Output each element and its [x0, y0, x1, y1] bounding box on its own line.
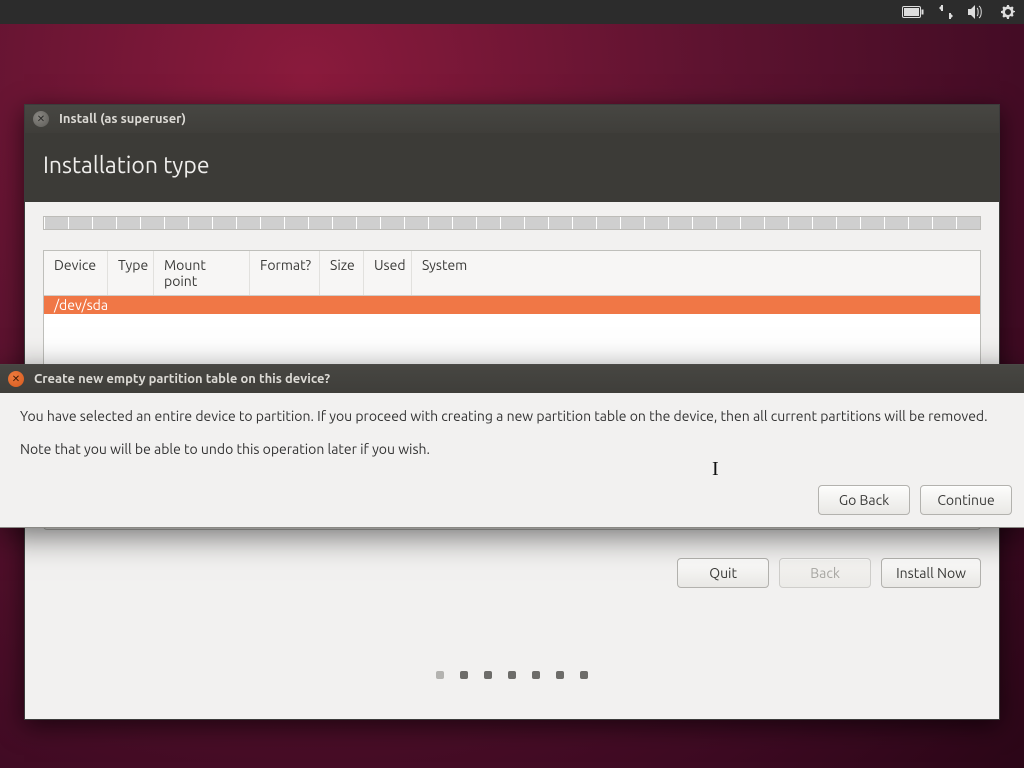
back-button: Back — [779, 558, 871, 588]
col-format[interactable]: Format? — [250, 251, 320, 295]
continue-button[interactable]: Continue — [920, 485, 1012, 515]
dialog-text-1: You have selected an entire device to pa… — [20, 407, 1004, 426]
col-size[interactable]: Size — [320, 251, 364, 295]
pager-dot — [436, 671, 444, 679]
go-back-button[interactable]: Go Back — [818, 485, 910, 515]
disk-usage-bar — [43, 216, 981, 230]
install-now-button[interactable]: Install Now — [881, 558, 981, 588]
col-used[interactable]: Used — [364, 251, 412, 295]
step-pager — [436, 671, 588, 679]
pager-dot — [580, 671, 588, 679]
volume-icon[interactable] — [968, 5, 986, 19]
window-title: Install (as superuser) — [59, 112, 186, 126]
dialog-actions: Go Back Continue — [0, 485, 1024, 527]
confirm-dialog: ✕ Create new empty partition table on th… — [0, 364, 1024, 528]
col-mount[interactable]: Mount point — [154, 251, 250, 295]
dialog-body: You have selected an entire device to pa… — [0, 393, 1024, 485]
gear-icon[interactable] — [1000, 4, 1016, 20]
top-menubar — [0, 0, 1024, 24]
text-cursor-icon: I — [712, 458, 719, 481]
wizard-button-row: Quit Back Install Now — [43, 558, 981, 588]
pager-dot — [532, 671, 540, 679]
col-type[interactable]: Type — [108, 251, 154, 295]
close-icon[interactable]: ✕ — [8, 371, 24, 387]
pager-dot — [556, 671, 564, 679]
pager-dot — [508, 671, 516, 679]
window-titlebar[interactable]: ✕ Install (as superuser) — [25, 105, 999, 133]
dialog-title: Create new empty partition table on this… — [34, 372, 330, 386]
dialog-titlebar[interactable]: ✕ Create new empty partition table on th… — [0, 365, 1024, 393]
heading-area: Installation type — [25, 133, 999, 202]
table-row[interactable]: /dev/sda — [44, 296, 980, 314]
quit-button[interactable]: Quit — [677, 558, 769, 588]
table-header: Device Type Mount point Format? Size Use… — [44, 251, 980, 296]
col-device[interactable]: Device — [44, 251, 108, 295]
network-icon[interactable] — [938, 4, 954, 20]
page-heading: Installation type — [43, 153, 981, 178]
battery-icon[interactable] — [902, 6, 924, 18]
dialog-text-2: Note that you will be able to undo this … — [20, 440, 1004, 459]
close-icon[interactable]: ✕ — [33, 111, 49, 127]
col-system[interactable]: System — [412, 251, 980, 295]
pager-dot — [460, 671, 468, 679]
pager-dot — [484, 671, 492, 679]
